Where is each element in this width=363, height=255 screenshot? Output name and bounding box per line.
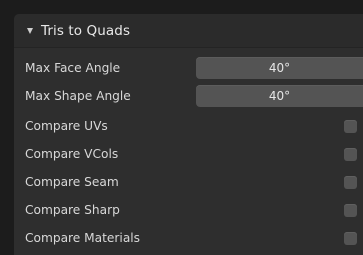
compare-vcols-checkbox[interactable] <box>344 147 357 161</box>
compare-materials-checkbox[interactable] <box>344 231 357 245</box>
max-face-angle-field[interactable]: 40° <box>196 57 363 79</box>
max-face-angle-row: Max Face Angle 40° <box>14 56 363 80</box>
max-shape-angle-row: Max Shape Angle 40° <box>14 84 363 108</box>
compare-seam-row[interactable]: Compare Seam <box>14 170 363 194</box>
compare-uvs-checkbox[interactable] <box>344 119 357 133</box>
compare-sharp-checkbox[interactable] <box>344 203 357 217</box>
max-shape-angle-label: Max Shape Angle <box>25 89 131 103</box>
panel-title: Tris to Quads <box>41 22 131 39</box>
compare-materials-label: Compare Materials <box>25 231 141 245</box>
panel-header[interactable]: Tris to Quads <box>14 14 363 48</box>
compare-vcols-row[interactable]: Compare VCols <box>14 142 363 166</box>
compare-uvs-label: Compare UVs <box>25 119 108 133</box>
chevron-down-icon[interactable] <box>27 27 33 34</box>
max-face-angle-label: Max Face Angle <box>25 61 121 75</box>
compare-seam-checkbox[interactable] <box>344 175 357 189</box>
compare-sharp-row[interactable]: Compare Sharp <box>14 198 363 222</box>
compare-seam-label: Compare Seam <box>25 175 119 189</box>
compare-uvs-row[interactable]: Compare UVs <box>14 114 363 138</box>
compare-materials-row[interactable]: Compare Materials <box>14 226 363 250</box>
compare-sharp-label: Compare Sharp <box>25 203 120 217</box>
max-shape-angle-field[interactable]: 40° <box>196 85 363 107</box>
tris-to-quads-panel: Tris to Quads Max Face Angle 40° Max Sha… <box>14 14 363 255</box>
compare-vcols-label: Compare VCols <box>25 147 119 161</box>
